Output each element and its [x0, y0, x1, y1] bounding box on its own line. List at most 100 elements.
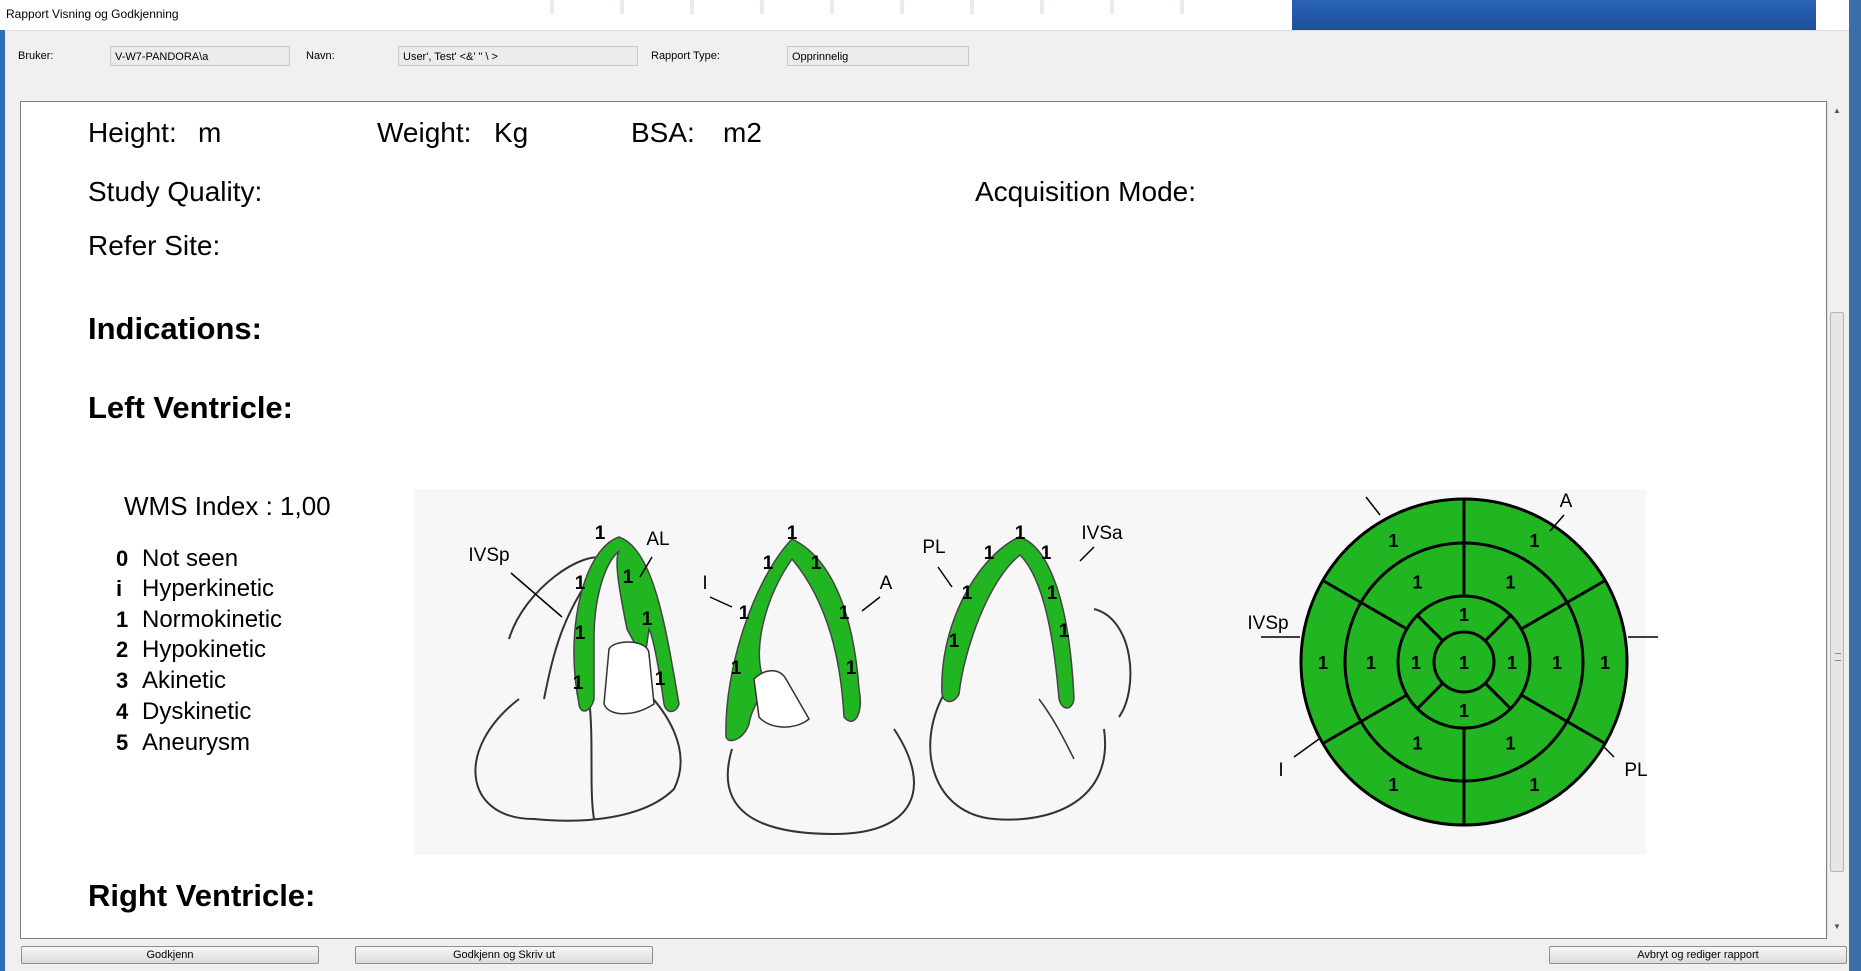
window-edge [0, 30, 5, 971]
cancel-edit-button[interactable]: Avbryt og rediger rapport [1549, 946, 1847, 964]
name-field: User', Test' <&' " \ > [398, 46, 638, 66]
report-document[interactable]: Height: m Weight: Kg BSA: m2 Study Quali… [26, 103, 1821, 935]
legend-code: 3 [116, 668, 129, 693]
segment-score: 1 [1552, 653, 1562, 673]
approve-print-button[interactable]: Godkjenn og Skriv ut [355, 946, 653, 964]
segment-score: 1 [1041, 543, 1052, 564]
background-window-strip [520, 0, 1240, 14]
bsa-label: BSA: [631, 117, 695, 148]
legend-label: Aneurysm [142, 729, 251, 756]
refer-site-label: Refer Site: [88, 230, 221, 261]
segment-score: 1 [839, 603, 850, 624]
right-ventricle-heading: Right Ventricle: [88, 878, 316, 913]
segment-score: 1 [811, 553, 822, 574]
legend-item: 0 Not seen [116, 545, 238, 573]
report-type-field: Opprinnelig [787, 46, 969, 66]
study-quality-label: Study Quality: [88, 176, 263, 207]
name-label: Navn: [306, 50, 335, 62]
segment-score: 1 [1411, 653, 1421, 673]
segment-score: 1 [1459, 605, 1469, 625]
legend-label: Hyperkinetic [142, 575, 275, 602]
segment-score: 1 [575, 623, 586, 644]
title-bar: Rapport Visning og Godkjenning [0, 0, 1861, 31]
legend-item: 5 Aneurysm [116, 729, 250, 757]
height-unit: m [198, 117, 222, 148]
segment-score: 1 [962, 583, 973, 604]
scroll-up-arrow-icon[interactable]: ▲ [1833, 106, 1841, 115]
segment-score: 1 [1529, 775, 1539, 795]
segment-score: 1 [655, 669, 666, 690]
bullseye-label-ivsa: IVSa [1331, 489, 1373, 494]
bullseye-label-a: A [1560, 491, 1573, 512]
window-title: Rapport Visning og Godkjenning [6, 7, 179, 21]
scroll-down-arrow-icon[interactable]: ▼ [1833, 922, 1841, 931]
legend-code: 0 [116, 546, 129, 571]
user-label: Bruker: [18, 50, 54, 62]
legend-item: 2 Hypokinetic [116, 636, 266, 664]
bsa-unit: m2 [723, 117, 762, 148]
segment-score: 1 [573, 673, 584, 694]
weight-label: Weight: [377, 117, 472, 148]
legend-code: 1 [116, 607, 129, 632]
view3-label-ivsa: IVSa [1081, 523, 1123, 544]
segment-score: 1 [1015, 523, 1026, 544]
legend-label: Dyskinetic [142, 698, 252, 725]
legend-item: 3 Akinetic [116, 667, 226, 695]
height-label: Height: [88, 117, 177, 148]
report-type-label: Rapport Type: [651, 50, 720, 62]
legend-label: Normokinetic [142, 606, 283, 633]
segment-score: 1 [595, 523, 606, 544]
segment-score: 1 [949, 631, 960, 652]
segment-score: 1 [642, 609, 653, 630]
view2-label-a: A [880, 573, 893, 594]
segment-score: 1 [1388, 531, 1398, 551]
legend-item: i Hyperkinetic [116, 575, 274, 603]
legend-label: Akinetic [142, 667, 227, 694]
segment-score: 1 [1318, 653, 1328, 673]
scrollbar-thumb[interactable] [1830, 312, 1844, 872]
segment-score: 1 [731, 658, 742, 679]
segment-score: 1 [1366, 653, 1376, 673]
wall-motion-diagram: IVSpAL11 1111 1I A11 11 11 1PLIVSa11 11 11 11 1111… [414, 489, 1658, 855]
legend-code: 4 [116, 699, 129, 724]
legend-code: 5 [116, 730, 129, 755]
acquisition-mode-label: Acquisition Mode: [975, 176, 1197, 207]
view1-label-ivsp: IVSp [468, 545, 509, 566]
indications-heading: Indications: [88, 311, 262, 346]
segment-score: 1 [623, 567, 634, 588]
segment-score: 1 [1059, 621, 1070, 642]
weight-unit: Kg [494, 117, 529, 148]
segment-score: 1 [846, 658, 857, 679]
segment-score: 1 [1600, 653, 1610, 673]
segment-score: 1 [1388, 775, 1398, 795]
bullseye-label-pl: PL [1624, 760, 1647, 781]
view2-label-i: I [702, 573, 707, 594]
segment-score: 1 [1505, 734, 1515, 754]
valve-outline [603, 641, 655, 715]
legend-label: Hypokinetic [142, 636, 267, 663]
document-scrollbar[interactable]: ▲ ▼ [1827, 102, 1846, 936]
segment-score: 1 [739, 603, 750, 624]
user-field: V-W7-PANDORA\a [110, 46, 290, 66]
segment-score: 1 [1507, 653, 1517, 673]
left-ventricle-heading: Left Ventricle: [88, 390, 293, 425]
segment-score: 1 [763, 553, 774, 574]
segment-score: 1 [1459, 653, 1469, 673]
window-edge [1849, 0, 1861, 971]
segment-score: 1 [1412, 734, 1422, 754]
segment-score: 1 [787, 523, 798, 544]
legend-item: 1 Normokinetic [116, 606, 282, 634]
legend-code: 2 [116, 637, 129, 662]
background-window-strip [1292, 0, 1816, 30]
bullseye-label-ivsp: IVSp [1247, 613, 1288, 634]
approve-button[interactable]: Godkjenn [21, 946, 319, 964]
legend-label: Not seen [142, 545, 239, 572]
segment-score: 1 [1505, 572, 1515, 592]
segment-score: 1 [575, 573, 586, 594]
wms-index: WMS Index : 1,00 [124, 491, 331, 521]
view3-label-pl: PL [922, 537, 945, 558]
bullseye-label-i: I [1278, 760, 1283, 781]
legend-item: 4 Dyskinetic [116, 698, 251, 726]
segment-score: 1 [1047, 583, 1058, 604]
grip-icon [1835, 653, 1841, 661]
